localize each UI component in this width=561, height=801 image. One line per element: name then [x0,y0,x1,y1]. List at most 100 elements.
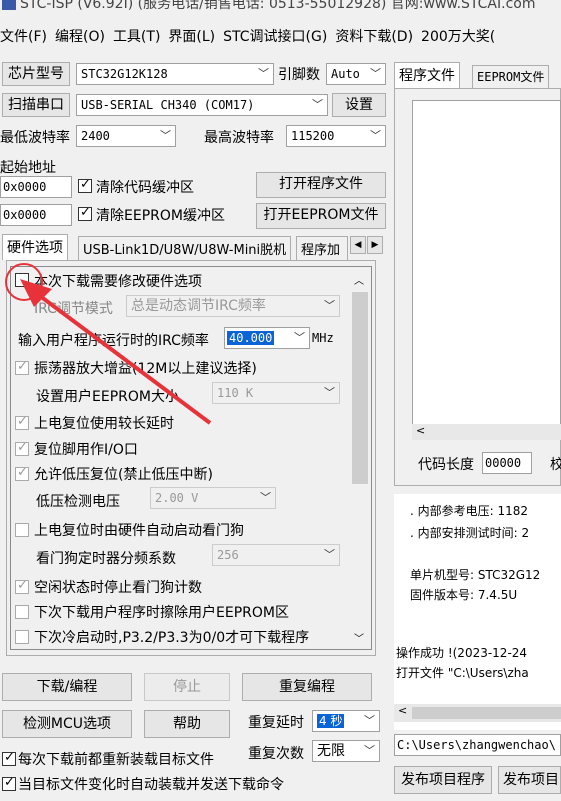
chevron-down-icon: ﹀ [312,98,323,111]
eeprom-size-select[interactable]: 110 K ﹀ [212,382,340,404]
erase-eeprom-checkbox[interactable] [15,605,29,619]
checksum-label: 校 [550,457,561,473]
annotation-arrow-icon [5,263,212,425]
repeat-count-select[interactable]: 无限 ﹀ [312,740,380,762]
log-line: . 内部安排测试时间: 2 [410,526,530,540]
tab-program-add[interactable]: 程序加 [296,236,348,260]
watchdog-start-checkbox[interactable] [15,523,29,537]
log-line: . 内部参考电压: 1182 [410,504,529,518]
menu-prize[interactable]: 200万大奖( [421,22,503,50]
pin-count-select[interactable]: Auto ﹀ [326,63,386,85]
chevron-down-icon: ﹀ [294,331,305,344]
chevron-down-icon: ﹀ [370,129,381,142]
log-line: 固件版本号: 7.4.5U [410,588,518,602]
tab-eeprom-file[interactable]: EEPROM文件 [472,65,550,88]
max-baud-label: 最高波特率 [204,130,274,146]
port-select[interactable]: USB-SERIAL CH340 (COM17) ﹀ [76,94,328,116]
wdt-div-label: 看门狗定时器分频系数 [36,551,176,567]
wdt-div-select[interactable]: 256 ﹀ [212,544,340,566]
publish-project-button[interactable]: 发布项目 [498,766,561,794]
watchdog-start-label: 上电复位时由硬件自动启动看门狗 [34,523,244,539]
tab-scroll-left-icon[interactable]: ◀ [350,236,366,254]
repeat-count-label: 重复次数 [248,746,304,762]
min-baud-select[interactable]: 2400 ﹀ [76,125,176,147]
erase-eeprom-label: 下次下载用户程序时擦除用户EEPROM区 [34,605,289,621]
scan-port-button[interactable]: 扫描串口 [2,93,70,117]
low-volt-label: 低压检测电压 [36,494,120,510]
clear-eeprom-checkbox[interactable] [78,205,92,221]
chevron-down-icon: ﹀ [258,67,269,80]
chevron-down-icon: ﹀ [260,491,271,504]
low-volt-reset-label: 允许低压复位(禁止低压中断) [34,467,213,483]
tab-scroll-right-icon[interactable]: ▶ [367,236,383,254]
scroll-left-icon[interactable]: < [416,424,425,437]
reload-label: 每次下载前都重新装载目标文件 [18,752,214,768]
scroll-left-icon[interactable]: < [398,704,407,717]
idle-stop-wdt-checkbox[interactable] [15,578,29,594]
reload-checkbox[interactable] [2,750,16,766]
menu-bar: 文件(F) 编程(O) 工具(T) 界面(L) STC调试接口(G) 资料下载(… [0,22,561,50]
menu-debug[interactable]: STC调试接口(G) [223,22,335,50]
irc-freq-input[interactable]: 40.000 ﹀ [224,327,310,349]
reprogram-button[interactable]: 重复编程 [242,673,372,701]
menu-interface[interactable]: 界面(L) [168,22,223,50]
log-line: 单片机型号: STC32G12 [410,568,541,582]
eeprom-address-input[interactable]: 0x0000 [0,204,72,226]
scrollbar-thumb[interactable] [352,292,368,484]
low-volt-reset-checkbox[interactable] [15,465,29,481]
repeat-delay-select[interactable]: 4 秒 ﹀ [312,710,380,732]
scrollbar-thumb[interactable] [412,707,561,719]
hex-h-scrollbar[interactable] [412,424,561,440]
stop-button[interactable]: 停止 [144,673,230,701]
low-volt-select[interactable]: 2.00 V ﹀ [150,487,276,509]
chevron-down-icon: ﹀ [160,129,171,142]
chevron-down-icon: ﹀ [324,548,335,561]
help-button[interactable]: 帮助 [144,710,230,738]
project-path-input[interactable]: C:\Users\zhangwenchao\ [394,734,561,756]
cold-boot-label: 下次冷启动时,P3.2/P3.3为0/0才可下载程序 [34,630,310,646]
scroll-down-icon[interactable]: ﹀ [354,630,364,645]
scroll-up-icon[interactable]: ︿ [354,272,364,287]
code-length-label: 代码长度 [418,457,474,473]
pin-count-label: 引脚数 [278,67,320,83]
chevron-down-icon: ﹀ [364,744,375,757]
window-title: STC-ISP (V6.92I) (服务电话/销售电话: 0513-550129… [0,0,561,15]
start-address-label: 起始地址 [0,160,56,176]
code-address-input[interactable]: 0x0000 [0,176,72,198]
settings-button[interactable]: 设置 [332,93,386,117]
min-baud-label: 最低波特率 [0,130,70,146]
download-button[interactable]: 下载/编程 [2,673,132,701]
tab-program-file[interactable]: 程序文件 [394,62,460,88]
menu-file[interactable]: 文件(F) [0,22,55,50]
reset-io-checkbox[interactable] [15,440,29,456]
log-line: 打开文件 "C:\Users\zha [396,666,529,680]
auto-load-label: 当目标文件变化时自动装载并发送下载命令 [18,777,284,793]
menu-tools[interactable]: 工具(T) [113,22,168,50]
idle-stop-wdt-label: 空闲状态时停止看门狗计数 [34,580,202,596]
auto-load-checkbox[interactable] [2,775,16,791]
chevron-down-icon: ﹀ [324,299,335,312]
log-line: 操作成功 !(2023-12-24 [396,646,528,660]
max-baud-select[interactable]: 115200 ﹀ [286,125,386,147]
open-eeprom-file-button[interactable]: 打开EEPROM文件 [256,203,386,229]
cold-boot-checkbox[interactable] [15,630,29,644]
clear-eeprom-label: 清除EEPROM缓冲区 [96,208,225,224]
app-icon [2,0,16,10]
irc-unit-label: MHz [312,331,334,345]
publish-program-button[interactable]: 发布项目程序 [394,766,492,794]
open-program-file-button[interactable]: 打开程序文件 [256,172,386,198]
chevron-down-icon: ﹀ [324,386,335,399]
repeat-delay-label: 重复延时 [248,715,304,731]
reset-io-label: 复位脚用作I/O口 [34,442,138,458]
hex-view [412,100,561,440]
check-mcu-button[interactable]: 检测MCU选项 [2,710,132,738]
menu-program[interactable]: 编程(O) [55,22,113,50]
chip-model-label: 芯片型号 [2,62,70,86]
clear-code-checkbox[interactable] [78,177,92,193]
clear-code-label: 清除代码缓冲区 [96,180,194,196]
chevron-down-icon: ﹀ [370,67,381,80]
code-length-value: 00000 [482,452,532,474]
menu-download[interactable]: 资料下载(D) [335,22,421,50]
chip-model-select[interactable]: STC32G12K128 ﹀ [76,63,274,85]
chevron-down-icon: ﹀ [364,714,375,727]
